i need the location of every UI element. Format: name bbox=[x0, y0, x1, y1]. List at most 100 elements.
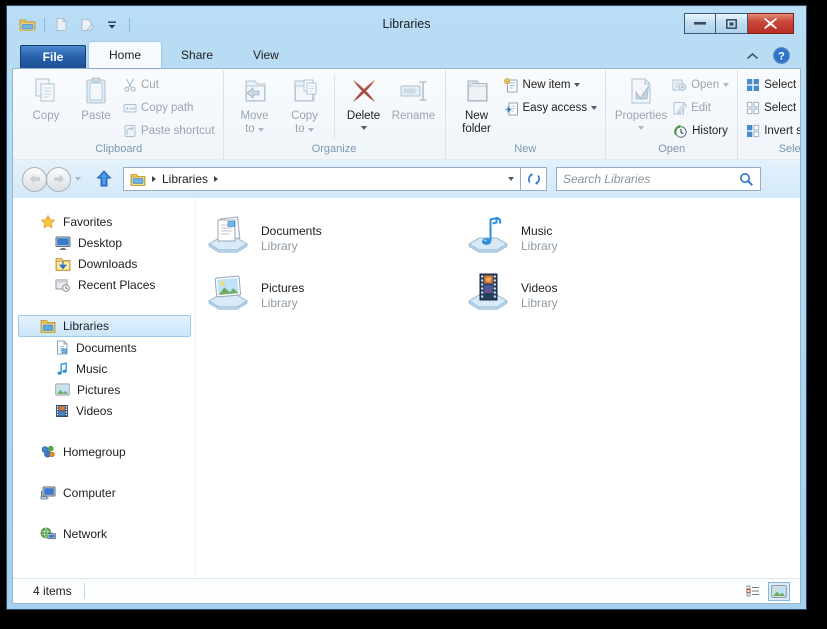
forward-button[interactable] bbox=[46, 167, 71, 192]
pictures-icon bbox=[55, 383, 70, 396]
copy-path-icon bbox=[123, 102, 137, 114]
rename-button[interactable]: Rename bbox=[389, 73, 439, 123]
sidebar-item-recent-places[interactable]: Recent Places bbox=[13, 274, 195, 295]
new-folder-button[interactable]: New folder bbox=[452, 73, 502, 136]
library-item-music[interactable]: Music Library bbox=[459, 213, 719, 270]
paste-button[interactable]: Paste bbox=[71, 73, 121, 123]
select-none-label: Select none bbox=[764, 102, 801, 114]
easy-access-button[interactable]: Easy access bbox=[502, 99, 600, 117]
recent-pages-dropdown-icon[interactable] bbox=[75, 177, 81, 181]
refresh-button[interactable] bbox=[521, 167, 547, 191]
breadcrumb-separator-icon[interactable] bbox=[214, 176, 218, 182]
move-to-button[interactable]: Move to bbox=[230, 73, 280, 136]
back-arrow-icon bbox=[29, 174, 41, 184]
sidebar-item-homegroup[interactable]: Homegroup bbox=[13, 441, 195, 462]
paste-shortcut-icon bbox=[123, 124, 137, 138]
copy-path-button[interactable]: Copy path bbox=[121, 99, 217, 117]
new-item-button[interactable]: New item bbox=[502, 76, 600, 94]
item-count: 4 items bbox=[33, 584, 72, 598]
videos-label: Videos bbox=[76, 404, 112, 418]
invert-selection-button[interactable]: Invert selection bbox=[744, 122, 801, 140]
sidebar-item-pictures[interactable]: Pictures bbox=[13, 379, 195, 400]
edit-icon bbox=[672, 101, 687, 115]
libraries-icon bbox=[40, 319, 56, 333]
large-icons-view-button[interactable] bbox=[768, 582, 790, 601]
copy-label: Copy bbox=[33, 110, 60, 123]
open-button[interactable]: Open bbox=[670, 76, 731, 94]
computer-label: Computer bbox=[63, 486, 116, 500]
sidebar-item-music[interactable]: Music bbox=[13, 358, 195, 379]
paste-icon bbox=[84, 75, 108, 107]
music-library-icon bbox=[465, 213, 511, 255]
documents-icon bbox=[55, 340, 69, 355]
minimize-ribbon-icon[interactable] bbox=[746, 52, 759, 60]
up-button[interactable] bbox=[91, 167, 117, 191]
breadcrumb-separator-icon[interactable] bbox=[152, 176, 156, 182]
tab-file[interactable]: File bbox=[20, 45, 86, 68]
sidebar-item-videos[interactable]: Videos bbox=[13, 400, 195, 421]
back-button[interactable] bbox=[22, 167, 47, 192]
properties-button[interactable]: Properties bbox=[612, 73, 670, 130]
breadcrumb-item-libraries[interactable]: Libraries bbox=[162, 172, 208, 186]
details-view-button[interactable] bbox=[742, 582, 764, 601]
library-item-documents[interactable]: Documents Library bbox=[199, 213, 459, 270]
documents-label: Documents bbox=[76, 341, 137, 355]
pictures-label: Pictures bbox=[77, 383, 120, 397]
dropdown-arrow-icon bbox=[258, 128, 264, 132]
minimize-button[interactable] bbox=[684, 13, 716, 34]
cut-label: Cut bbox=[141, 79, 159, 91]
history-icon bbox=[672, 124, 688, 139]
libraries-label: Libraries bbox=[63, 319, 109, 333]
delete-icon bbox=[349, 75, 379, 107]
search-input[interactable] bbox=[563, 172, 739, 186]
music-icon bbox=[55, 361, 69, 376]
videos-library-icon bbox=[465, 270, 511, 312]
history-button[interactable]: History bbox=[670, 122, 731, 140]
close-button[interactable] bbox=[748, 13, 794, 34]
copy-to-button[interactable]: Copy to bbox=[280, 73, 330, 136]
paste-shortcut-button[interactable]: Paste shortcut bbox=[121, 122, 217, 140]
select-all-button[interactable]: Select all bbox=[744, 76, 801, 94]
sidebar-item-network[interactable]: Network bbox=[13, 523, 195, 544]
sidebar-item-downloads[interactable]: Downloads bbox=[13, 253, 195, 274]
sidebar-item-desktop[interactable]: Desktop bbox=[13, 232, 195, 253]
sidebar-item-libraries[interactable]: Libraries bbox=[18, 315, 191, 337]
recent-places-icon bbox=[55, 278, 71, 292]
tab-share[interactable]: Share bbox=[161, 42, 233, 68]
rename-icon bbox=[399, 75, 429, 107]
item-name: Documents bbox=[261, 224, 322, 239]
new-folder-icon bbox=[463, 75, 491, 107]
sidebar-item-documents[interactable]: Documents bbox=[13, 337, 195, 358]
new-folder-label-2: folder bbox=[462, 123, 491, 136]
ribbon-group-clipboard: Copy Paste bbox=[15, 70, 224, 159]
select-none-button[interactable]: Select none bbox=[744, 99, 801, 117]
cut-icon bbox=[123, 78, 137, 92]
new-group-label: New bbox=[448, 142, 604, 159]
homegroup-icon bbox=[40, 444, 56, 459]
cut-button[interactable]: Cut bbox=[121, 76, 217, 94]
search-icon[interactable] bbox=[739, 172, 754, 187]
dropdown-arrow-icon bbox=[723, 83, 729, 87]
breadcrumb-folder-icon bbox=[130, 173, 146, 186]
item-name: Videos bbox=[521, 281, 558, 296]
tab-view[interactable]: View bbox=[233, 42, 299, 68]
address-dropdown-icon[interactable] bbox=[508, 177, 514, 181]
dropdown-arrow-icon bbox=[591, 106, 597, 110]
help-icon[interactable]: ? bbox=[773, 47, 790, 64]
history-label: History bbox=[692, 125, 728, 137]
videos-icon bbox=[55, 404, 69, 418]
delete-button[interactable]: Delete bbox=[339, 73, 389, 130]
ribbon: Copy Paste bbox=[13, 69, 800, 160]
tab-home[interactable]: Home bbox=[89, 42, 161, 68]
rename-label: Rename bbox=[392, 110, 435, 123]
breadcrumb-bar[interactable]: Libraries bbox=[123, 167, 521, 191]
maximize-button[interactable] bbox=[716, 13, 748, 34]
sidebar-item-favorites[interactable]: Favorites bbox=[13, 211, 195, 232]
sidebar-item-computer[interactable]: Computer bbox=[13, 482, 195, 503]
copy-button[interactable]: Copy bbox=[21, 73, 71, 123]
new-item-icon bbox=[504, 78, 519, 93]
edit-button[interactable]: Edit bbox=[670, 99, 731, 117]
library-item-videos[interactable]: Videos Library bbox=[459, 270, 719, 327]
library-item-pictures[interactable]: Pictures Library bbox=[199, 270, 459, 327]
item-name: Music bbox=[521, 224, 558, 239]
